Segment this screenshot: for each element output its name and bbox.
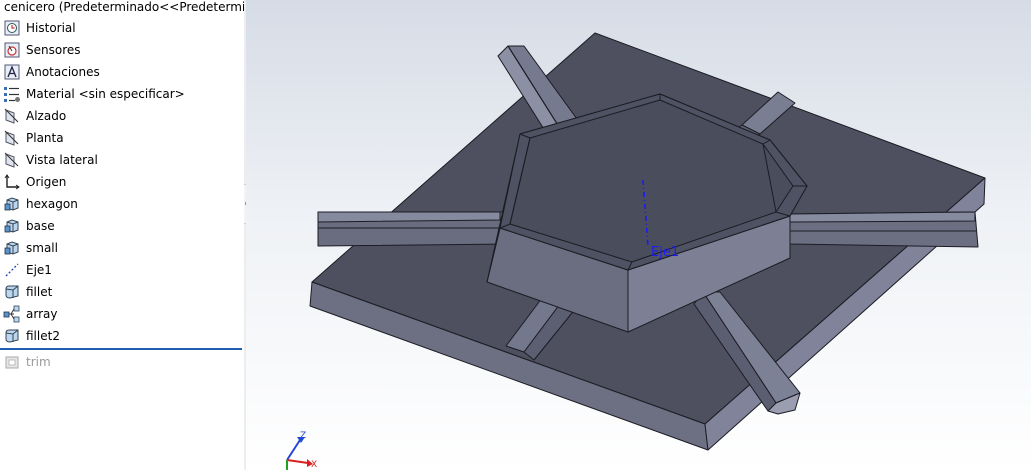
tree-item-sensores[interactable]: Sensores [0,39,244,61]
tree-root-title[interactable]: cenicero (Predeterminado<<Predeterminado [0,0,244,17]
extrude-icon [3,217,21,235]
extrude-icon [3,195,21,213]
model-view: Eje1 Z X [246,0,1031,470]
plane-icon [3,129,21,147]
tree-item-label: Planta [26,131,64,145]
tree-item-label: fillet2 [26,329,60,343]
origin-icon [3,173,21,191]
tree-item-alzado[interactable]: Alzado [0,105,244,127]
fillet-icon [3,327,21,345]
extrude-icon [3,239,21,257]
material-icon [3,85,21,103]
axis-label[interactable]: Eje1 [651,245,679,260]
tree-item-label: Vista lateral [26,153,98,167]
tree-item-label: Material <sin especificar> [26,87,185,101]
history-icon [3,19,21,37]
plane-icon [3,151,21,169]
tree-item-array[interactable]: array [0,303,244,325]
triad-z-label: Z [300,431,306,441]
tree-item-small[interactable]: small [0,237,244,259]
tree-item-planta[interactable]: Planta [0,127,244,149]
tree-item-label: Sensores [26,43,81,57]
tree-item-label: Anotaciones [26,65,100,79]
tree-item-hexagon[interactable]: hexagon [0,193,244,215]
tree-item-label: fillet [26,285,53,299]
tree-item-label: array [26,307,58,321]
cut-icon [3,353,21,371]
tree-item-material[interactable]: Material <sin especificar> [0,83,244,105]
tree-item-base[interactable]: base [0,215,244,237]
annotations-icon [3,63,21,81]
tree-item-eje1[interactable]: Eje1 [0,259,244,281]
tree-item-vista-lateral[interactable]: Vista lateral [0,149,244,171]
axis-icon [3,261,21,279]
tree-item-label: small [26,241,58,255]
graphics-viewport[interactable]: Eje1 Z X [246,0,1031,470]
triad-x-label: X [311,460,317,470]
tree-item-label: hexagon [26,197,78,211]
tree-item-anotaciones[interactable]: Anotaciones [0,61,244,83]
tree-item-fillet[interactable]: fillet [0,281,244,303]
tree-item-origen[interactable]: Origen [0,171,244,193]
tree-item-label: Eje1 [26,263,52,277]
fillet-icon [3,283,21,301]
sensor-icon [3,41,21,59]
feature-manager-tree: cenicero (Predeterminado<<Predeterminado… [0,0,245,470]
tree-item-label: Historial [26,21,76,35]
rollback-bar[interactable] [0,348,242,350]
pattern-icon [3,305,21,323]
tree-item-fillet2[interactable]: fillet2 [0,325,244,347]
plane-icon [3,107,21,125]
tree-item-label: trim [26,355,51,369]
tree-item-historial[interactable]: Historial [0,17,244,39]
tree-item-label: base [26,219,55,233]
tree-item-trim[interactable]: trim [0,351,244,373]
tree-item-label: Origen [26,175,67,189]
tree-item-label: Alzado [26,109,67,123]
